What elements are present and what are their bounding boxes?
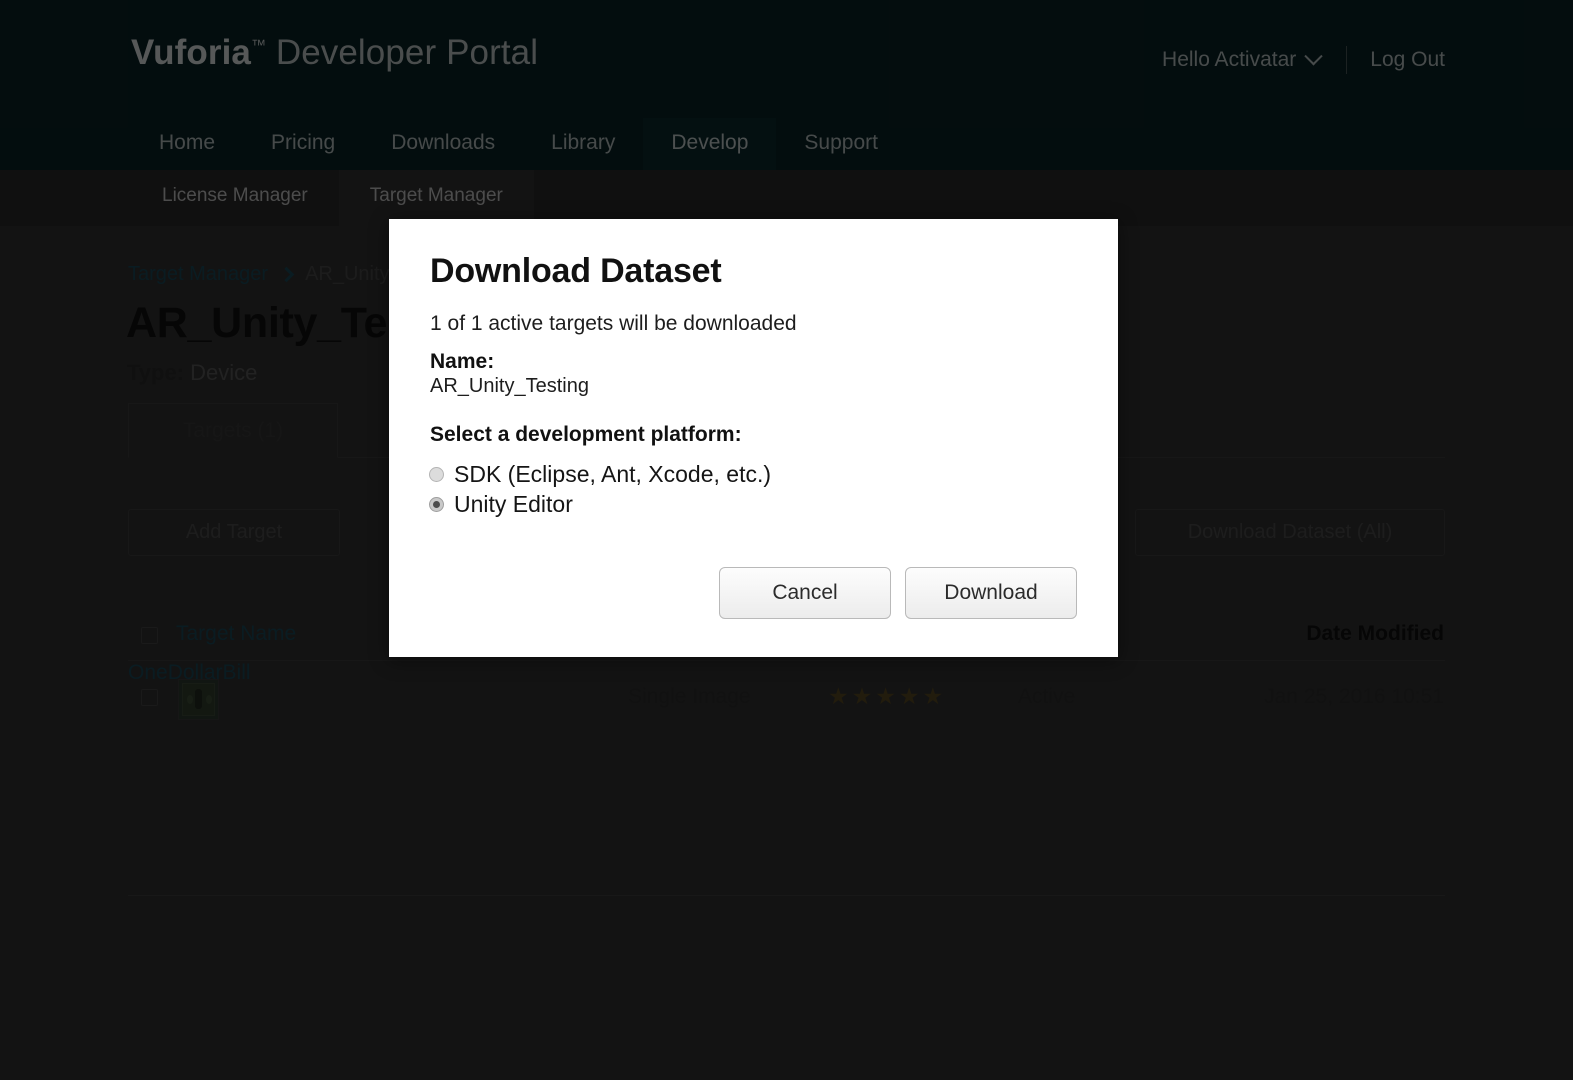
- radio-unity-editor-label: Unity Editor: [454, 491, 573, 517]
- radio-option-unity-editor[interactable]: Unity Editor: [425, 491, 573, 518]
- download-button[interactable]: Download: [905, 567, 1077, 619]
- dialog-name-label: Name:: [430, 350, 495, 373]
- dialog-button-row: Cancel Download: [719, 567, 1077, 619]
- dialog-subtitle: 1 of 1 active targets will be downloaded: [430, 312, 797, 335]
- cancel-button[interactable]: Cancel: [719, 567, 891, 619]
- radio-sdk-icon[interactable]: [429, 467, 444, 482]
- download-dataset-dialog: Download Dataset 1 of 1 active targets w…: [389, 219, 1118, 657]
- dialog-name-value: AR_Unity_Testing: [430, 375, 589, 397]
- dialog-title: Download Dataset: [430, 252, 722, 290]
- radio-option-sdk[interactable]: SDK (Eclipse, Ant, Xcode, etc.): [429, 461, 771, 488]
- focus-ring: [425, 493, 448, 516]
- dialog-platform-label: Select a development platform:: [430, 423, 742, 446]
- radio-sdk-label: SDK (Eclipse, Ant, Xcode, etc.): [454, 461, 772, 487]
- modal-overlay: Download Dataset 1 of 1 active targets w…: [0, 0, 1573, 1080]
- radio-unity-editor-icon[interactable]: [425, 493, 448, 516]
